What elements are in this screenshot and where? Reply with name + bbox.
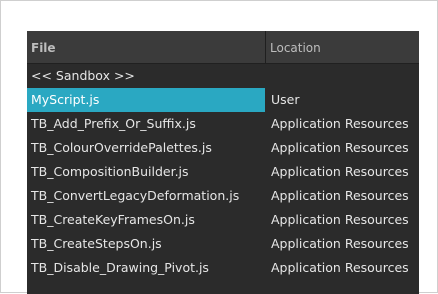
table-row[interactable]: TB_CompositionBuilder.js Application Res… xyxy=(27,160,419,184)
table-row[interactable]: TB_Disable_Drawing_Pivot.js Application … xyxy=(27,256,419,280)
location-cell: Application Resources xyxy=(271,260,409,275)
table-header: File Location xyxy=(27,31,419,64)
table-row[interactable]: TB_Add_Prefix_Or_Suffix.js Application R… xyxy=(27,112,419,136)
file-cell: TB_CompositionBuilder.js xyxy=(31,164,189,179)
file-cell: TB_Disable_Drawing_Pivot.js xyxy=(31,260,209,275)
table-row[interactable]: TB_ColourOverridePalettes.js Application… xyxy=(27,136,419,160)
table-row-selected[interactable]: MyScript.js User xyxy=(27,88,419,112)
table-row[interactable]: TB_CreateStepsOn.js Application Resource… xyxy=(27,232,419,256)
table-row[interactable]: << Sandbox >> xyxy=(27,64,419,88)
file-cell: << Sandbox >> xyxy=(31,68,135,83)
file-cell: TB_CreateKeyFramesOn.js xyxy=(31,212,195,227)
location-cell: Application Resources xyxy=(271,212,409,227)
file-cell: TB_Add_Prefix_Or_Suffix.js xyxy=(31,116,196,131)
table-row[interactable]: TB_ConvertLegacyDeformation.js Applicati… xyxy=(27,184,419,208)
file-column-header[interactable]: File xyxy=(27,31,265,63)
location-column-header[interactable]: Location xyxy=(265,31,419,63)
location-cell: Application Resources xyxy=(271,236,409,251)
table-row[interactable]: TB_CreateKeyFramesOn.js Application Reso… xyxy=(27,208,419,232)
file-cell: TB_CreateStepsOn.js xyxy=(31,236,162,251)
file-cell: TB_ColourOverridePalettes.js xyxy=(31,140,212,155)
file-cell: MyScript.js xyxy=(27,88,265,112)
location-cell: Application Resources xyxy=(271,188,409,203)
location-cell: User xyxy=(271,92,300,107)
table-body: << Sandbox >> MyScript.js User TB_Add_Pr… xyxy=(27,64,419,280)
location-cell xyxy=(265,64,419,88)
location-cell: Application Resources xyxy=(271,164,409,179)
location-cell: Application Resources xyxy=(271,116,409,131)
script-file-list: File Location << Sandbox >> MyScript.js … xyxy=(27,31,419,294)
screenshot-frame: File Location << Sandbox >> MyScript.js … xyxy=(0,0,438,294)
location-cell: Application Resources xyxy=(271,140,409,155)
file-cell: TB_ConvertLegacyDeformation.js xyxy=(31,188,240,203)
